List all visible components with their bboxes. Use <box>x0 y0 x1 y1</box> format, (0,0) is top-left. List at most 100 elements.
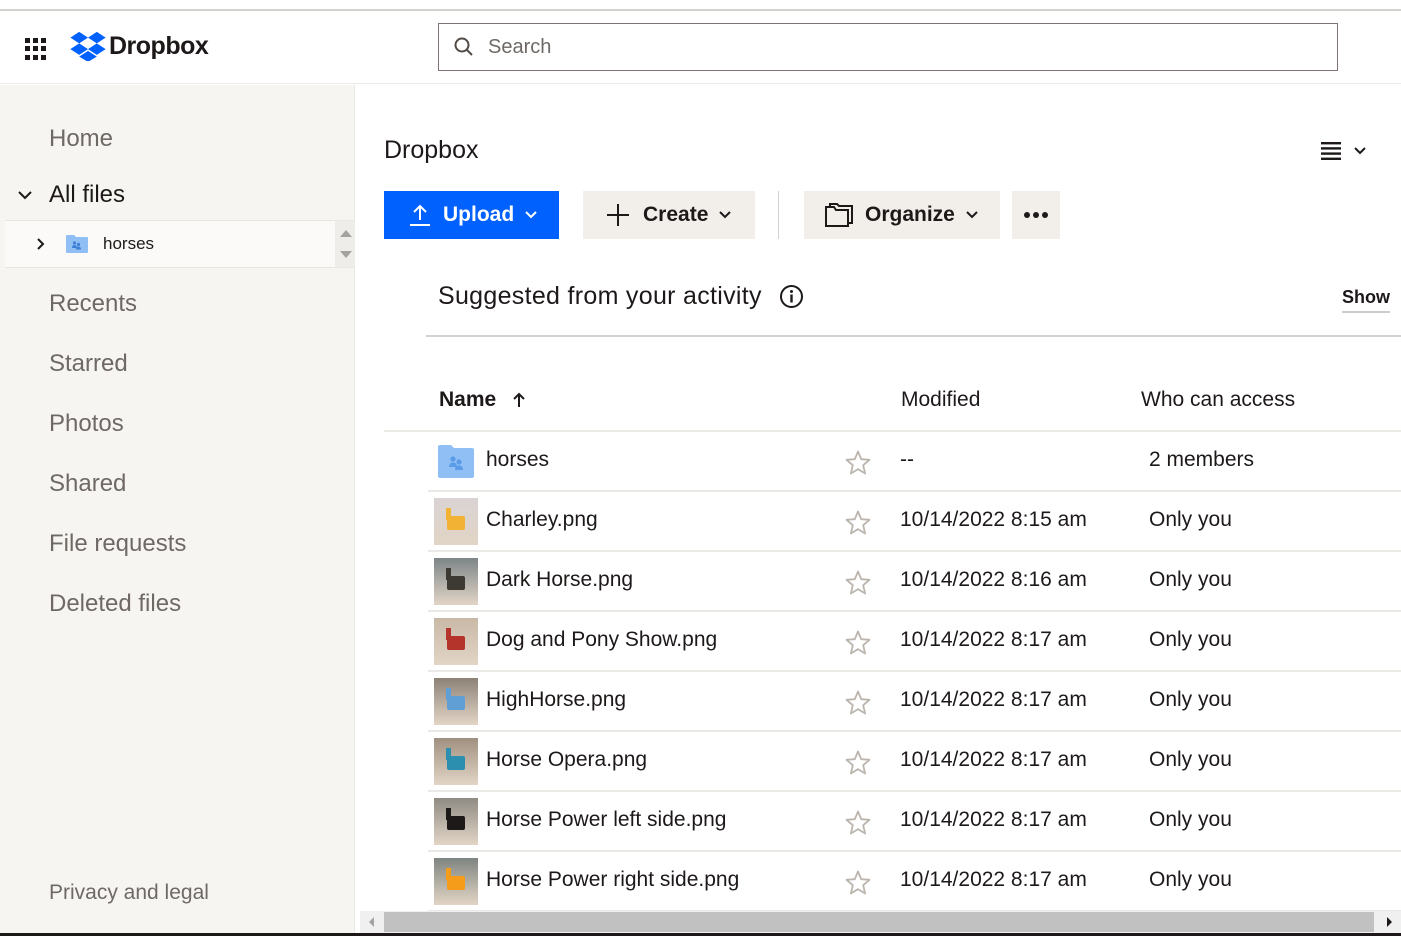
main-content: Dropbox Upload Create Organize Suggested… <box>356 85 1401 936</box>
chevron-down-icon <box>966 211 978 219</box>
image-thumbnail <box>434 678 478 725</box>
suggested-section-header: Suggested from your activity <box>438 282 804 311</box>
file-row[interactable]: Dog and Pony Show.png 10/14/2022 8:17 am O… <box>428 612 1401 672</box>
column-header-modified[interactable]: Modified <box>901 388 980 412</box>
search-bar[interactable] <box>438 23 1338 71</box>
image-thumbnail <box>434 618 478 665</box>
star-icon[interactable] <box>844 689 872 717</box>
file-name[interactable]: horses <box>486 448 549 472</box>
sidebar-item-recents[interactable]: Recents <box>49 290 137 318</box>
file-name[interactable]: Dark Horse.png <box>486 568 633 592</box>
organize-button[interactable]: Organize <box>804 191 1000 239</box>
folder-icon <box>825 203 853 227</box>
sidebar-item-deleted-files[interactable]: Deleted files <box>49 590 181 618</box>
view-switcher-button[interactable] <box>1320 141 1368 161</box>
star-icon[interactable] <box>844 869 872 897</box>
dropbox-logo[interactable]: Dropbox <box>70 31 209 61</box>
chevron-down-icon <box>1354 147 1366 155</box>
shared-folder-icon <box>438 445 474 478</box>
upload-label: Upload <box>443 203 515 226</box>
sort-ascending-icon <box>513 392 525 407</box>
file-name[interactable]: HighHorse.png <box>486 688 626 712</box>
modified-date: 10/14/2022 8:15 am <box>900 508 1087 531</box>
star-icon[interactable] <box>844 809 872 837</box>
modified-date: 10/14/2022 8:17 am <box>900 628 1087 651</box>
image-thumbnail <box>434 858 478 905</box>
image-thumbnail <box>434 798 478 845</box>
search-icon <box>454 37 473 56</box>
more-actions-button[interactable] <box>1012 191 1060 239</box>
column-header-name[interactable]: Name <box>439 388 528 412</box>
file-row[interactable]: Charley.png 10/14/2022 8:15 am Only you <box>428 492 1401 552</box>
star-icon[interactable] <box>844 749 872 777</box>
scrollbar-thumb[interactable] <box>384 912 1374 932</box>
sidebar-item-all-files[interactable]: All files <box>14 181 125 209</box>
breadcrumb[interactable]: Dropbox <box>384 136 479 165</box>
image-thumbnail <box>434 738 478 785</box>
sidebar-item-label: All files <box>49 181 126 208</box>
section-divider <box>426 335 1401 337</box>
access-info: Only you <box>1149 628 1232 651</box>
file-row[interactable]: Dark Horse.png 10/14/2022 8:16 am Only you <box>428 552 1401 612</box>
column-header-access[interactable]: Who can access <box>1141 388 1295 412</box>
sidebar-item-shared[interactable]: Shared <box>49 470 126 498</box>
show-suggested-button[interactable]: Show <box>1342 287 1390 313</box>
file-row[interactable]: Horse Opera.png 10/14/2022 8:17 am Only yo… <box>428 732 1401 792</box>
folder-tree: horses <box>5 220 355 268</box>
file-row[interactable]: Horse Power right side.png 10/14/2022 8:1… <box>428 852 1401 912</box>
file-row[interactable]: horses -- 2 members <box>428 432 1401 492</box>
tree-scrollbar[interactable] <box>335 221 355 267</box>
toolbar-divider <box>778 191 779 239</box>
scroll-right-arrow-icon[interactable] <box>1387 917 1392 927</box>
modified-date: 10/14/2022 8:17 am <box>900 808 1087 831</box>
upload-icon <box>410 204 430 226</box>
privacy-legal-link[interactable]: Privacy and legal <box>49 881 209 905</box>
sidebar-item-home[interactable]: Home <box>49 125 113 153</box>
scroll-up-arrow-icon[interactable] <box>340 230 352 237</box>
chevron-right-icon[interactable] <box>33 236 49 252</box>
file-name[interactable]: Horse Power right side.png <box>486 868 739 892</box>
shared-folder-icon <box>66 235 88 253</box>
file-row[interactable]: HighHorse.png 10/14/2022 8:17 am Only you <box>428 672 1401 732</box>
file-name[interactable]: Dog and Pony Show.png <box>486 628 717 652</box>
access-info: Only you <box>1149 868 1232 891</box>
scroll-down-arrow-icon[interactable] <box>340 251 352 258</box>
modified-date: -- <box>900 448 914 471</box>
image-thumbnail <box>434 558 478 605</box>
star-icon[interactable] <box>844 569 872 597</box>
sidebar-item-photos[interactable]: Photos <box>49 410 124 438</box>
star-icon[interactable] <box>844 509 872 537</box>
create-button[interactable]: Create <box>583 191 755 239</box>
access-info: Only you <box>1149 748 1232 771</box>
brand-name: Dropbox <box>109 31 209 60</box>
file-name[interactable]: Horse Opera.png <box>486 748 647 772</box>
tree-item-horses[interactable]: horses <box>5 221 335 267</box>
modified-date: 10/14/2022 8:16 am <box>900 568 1087 591</box>
modified-date: 10/14/2022 8:17 am <box>900 868 1087 891</box>
table-header: Name Modified Who can access <box>384 388 1401 432</box>
plus-icon <box>607 204 629 226</box>
access-info: Only you <box>1149 808 1232 831</box>
chevron-down-icon[interactable] <box>14 184 36 206</box>
file-row[interactable]: Horse Power left side.png 10/14/2022 8:17… <box>428 792 1401 852</box>
app-grid-icon[interactable] <box>25 38 47 60</box>
sidebar-item-starred[interactable]: Starred <box>49 350 128 378</box>
top-header: Dropbox <box>0 11 1401 84</box>
sidebar: Home All files horses Recents Starred Ph… <box>0 85 355 936</box>
chevron-down-icon <box>525 211 537 219</box>
access-info: Only you <box>1149 688 1232 711</box>
horizontal-scrollbar[interactable] <box>360 911 1401 933</box>
sidebar-item-file-requests[interactable]: File requests <box>49 530 186 558</box>
file-name[interactable]: Horse Power left side.png <box>486 808 726 832</box>
info-icon[interactable] <box>779 284 804 309</box>
create-label: Create <box>643 203 709 226</box>
search-input[interactable] <box>488 35 1288 59</box>
star-icon[interactable] <box>844 629 872 657</box>
list-view-icon <box>1321 142 1341 160</box>
star-icon[interactable] <box>844 449 872 477</box>
upload-button[interactable]: Upload <box>384 191 559 239</box>
column-label: Name <box>439 388 497 411</box>
chevron-down-icon <box>719 211 732 219</box>
file-name[interactable]: Charley.png <box>486 508 598 532</box>
scroll-left-arrow-icon[interactable] <box>369 917 374 927</box>
